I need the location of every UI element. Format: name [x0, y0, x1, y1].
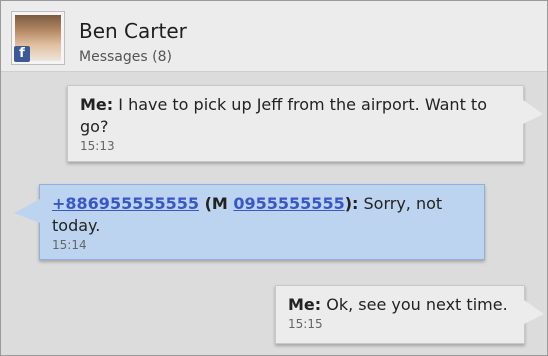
message-text: +886955555555 (M 0955555555): Sorry, not… [52, 193, 472, 237]
message-bubble-outgoing[interactable]: Me: I have to pick up Jeff from the airp… [67, 85, 543, 162]
bubble-tail [523, 100, 543, 124]
message-sender: Me: [80, 95, 114, 114]
facebook-icon: f [14, 46, 30, 62]
message-bubble-incoming[interactable]: +886955555555 (M 0955555555): Sorry, not… [14, 184, 485, 260]
message-timestamp: 15:13 [80, 139, 115, 153]
message-timestamp: 15:15 [288, 317, 323, 331]
sender-paren-open: (M [199, 194, 234, 213]
message-sender: Me: [288, 295, 322, 314]
bubble-tail [14, 199, 40, 223]
message-timestamp: 15:14 [52, 238, 87, 252]
bubble-tail [524, 300, 544, 324]
message-body: I have to pick up Jeff from the airport.… [80, 95, 487, 136]
message-bubble-outgoing[interactable]: Me: Ok, see you next time. 15:15 [275, 285, 544, 344]
sender-mobile-link[interactable]: 0955555555 [233, 194, 344, 213]
conversation-screen: f Ben Carter Messages (8) Me: I have to … [0, 0, 548, 356]
message-text: Me: I have to pick up Jeff from the airp… [80, 94, 511, 138]
message-text: Me: Ok, see you next time. [288, 294, 512, 316]
conversation-header: f Ben Carter Messages (8) [1, 1, 547, 72]
message-body: Ok, see you next time. [321, 295, 508, 314]
sender-phone-link[interactable]: +886955555555 [52, 194, 199, 213]
message-count: Messages (8) [79, 49, 172, 65]
contact-avatar[interactable]: f [11, 11, 65, 65]
contact-name: Ben Carter [79, 19, 187, 43]
sender-paren-close: ): [344, 194, 359, 213]
